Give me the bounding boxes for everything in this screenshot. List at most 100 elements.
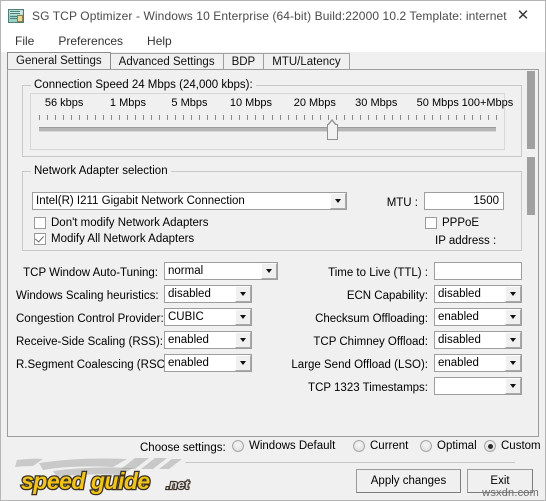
radio-optimal[interactable]: Optimal (420, 440, 477, 452)
chevron-down-icon[interactable] (505, 378, 521, 394)
speed-tick-marks (39, 115, 497, 120)
speed-tick (423, 115, 425, 120)
speed-tick (391, 115, 393, 120)
dont-modify-adapters-checkbox[interactable]: Don't modify Network Adapters (34, 217, 209, 229)
close-icon[interactable]: ✕ (501, 1, 545, 30)
speed-tick (351, 115, 353, 120)
time-to-live-input[interactable] (434, 262, 522, 280)
menu-item-preferences[interactable]: Preferences (58, 34, 123, 48)
apply-changes-button[interactable]: Apply changes (356, 469, 461, 493)
chevron-down-icon[interactable] (505, 332, 521, 348)
menu-item-file[interactable]: File (15, 34, 34, 48)
speed-tick (103, 115, 105, 120)
speed-scale-label: 10 Mbps (229, 97, 273, 109)
chevron-down-icon[interactable] (261, 263, 277, 279)
speed-scale-label: 56 kbps (44, 97, 84, 109)
radio-custom-label: Custom (501, 440, 541, 452)
checksum-offloading-label: Checksum Offloading: (315, 313, 428, 325)
tab-bdp[interactable]: BDP (222, 53, 265, 69)
choose-settings-label: Choose settings: (140, 442, 226, 454)
scrollbar-thumb-secondary[interactable] (527, 157, 535, 215)
mtu-input[interactable]: 1500 (424, 192, 504, 210)
speed-tick (295, 115, 297, 120)
chevron-down-icon[interactable] (505, 309, 521, 325)
windows-scaling-heuristics-select[interactable]: disabled (164, 285, 252, 303)
speed-tick (431, 115, 433, 120)
receive-segment-coalescing-select[interactable]: enabled (164, 354, 252, 372)
receive-side-scaling-select[interactable]: enabled (164, 331, 252, 349)
windows-scaling-heuristics-label: Windows Scaling heuristics: (16, 290, 159, 302)
radio-current[interactable]: Current (353, 440, 408, 452)
windows-scaling-heuristics-value: disabled (168, 288, 211, 300)
speed-tick (287, 115, 289, 120)
speed-tick (207, 115, 209, 120)
chevron-down-icon[interactable] (505, 286, 521, 302)
speed-tick (247, 115, 249, 120)
receive-side-scaling-value: enabled (168, 334, 209, 346)
speed-tick (215, 115, 217, 120)
tab-advanced-settings[interactable]: Advanced Settings (109, 53, 224, 69)
scrollbar-thumb[interactable] (527, 71, 535, 149)
congestion-control-provider-select[interactable]: CUBIC (164, 308, 252, 326)
network-adapter-select[interactable]: Intel(R) I211 Gigabit Network Connection (32, 192, 347, 210)
speed-tick (271, 115, 273, 120)
radio-custom[interactable]: Custom (484, 440, 541, 452)
chevron-down-icon[interactable] (330, 193, 346, 209)
divider (185, 462, 515, 463)
large-send-offload-value: enabled (438, 357, 479, 369)
speed-tick (375, 115, 377, 120)
speed-tick (255, 115, 257, 120)
chevron-down-icon[interactable] (235, 309, 251, 325)
menu-item-help[interactable]: Help (147, 34, 172, 48)
window-title: SG TCP Optimizer - Windows 10 Enterprise… (32, 8, 507, 23)
speed-tick (127, 115, 129, 120)
congestion-control-provider-value: CUBIC (168, 311, 204, 323)
chevron-down-icon[interactable] (505, 355, 521, 371)
speed-tick (167, 115, 169, 120)
speed-tick (383, 115, 385, 120)
large-send-offload-label: Large Send Offload (LSO): (291, 359, 428, 371)
speed-tick (191, 115, 193, 120)
checkbox-box (425, 217, 437, 229)
speed-tick (439, 115, 441, 120)
time-to-live-label: Time to Live (TTL) : (328, 267, 428, 279)
tab-general-settings[interactable]: General Settings (7, 52, 111, 69)
checksum-offloading-select[interactable]: enabled (434, 308, 522, 326)
speed-tick (111, 115, 113, 120)
modify-all-adapters-checkbox[interactable]: Modify All Network Adapters (34, 233, 194, 245)
tcp-chimney-offload-select[interactable]: disabled (434, 331, 522, 349)
checkbox-box (34, 233, 46, 245)
radio-windows-default[interactable]: Windows Default (232, 440, 335, 452)
speed-tick (39, 115, 40, 120)
pppoe-checkbox[interactable]: PPPoE (425, 217, 479, 229)
connection-speed-group: Connection Speed 24 Mbps (24,000 kbps): … (22, 79, 522, 157)
chevron-down-icon[interactable] (235, 332, 251, 348)
app-icon (8, 8, 24, 24)
ecn-capability-select[interactable]: disabled (434, 285, 522, 303)
dont-modify-adapters-label: Don't modify Network Adapters (51, 217, 209, 229)
menu-bar: File Preferences Help (1, 30, 545, 52)
chevron-down-icon[interactable] (235, 286, 251, 302)
speed-tick (183, 115, 185, 120)
speed-scale-label: 5 Mbps (171, 97, 208, 109)
speed-slider-thumb[interactable] (326, 119, 338, 140)
speed-tick (119, 115, 121, 120)
speed-scale-label: 1 Mbps (109, 97, 146, 109)
speed-tick (359, 115, 361, 120)
tcp-window-auto-tuning-select[interactable]: normal (164, 262, 278, 280)
speed-tick (55, 115, 57, 120)
chevron-down-icon[interactable] (235, 355, 251, 371)
vertical-scrollbar[interactable] (525, 71, 537, 435)
tcp-1323-timestamps-select[interactable] (434, 377, 522, 395)
speed-tick (63, 115, 65, 120)
receive-segment-coalescing-value: enabled (168, 357, 209, 369)
speed-tick (487, 115, 489, 120)
mtu-label: MTU : (386, 197, 418, 209)
large-send-offload-select[interactable]: enabled (434, 354, 522, 372)
speed-slider-track[interactable] (39, 127, 496, 132)
checkbox-box (34, 217, 46, 229)
speed-tick (159, 115, 161, 120)
speed-scale-label: 100+Mbps (461, 97, 514, 109)
speed-tick (263, 115, 265, 120)
tab-mtu-latency[interactable]: MTU/Latency (263, 53, 350, 69)
